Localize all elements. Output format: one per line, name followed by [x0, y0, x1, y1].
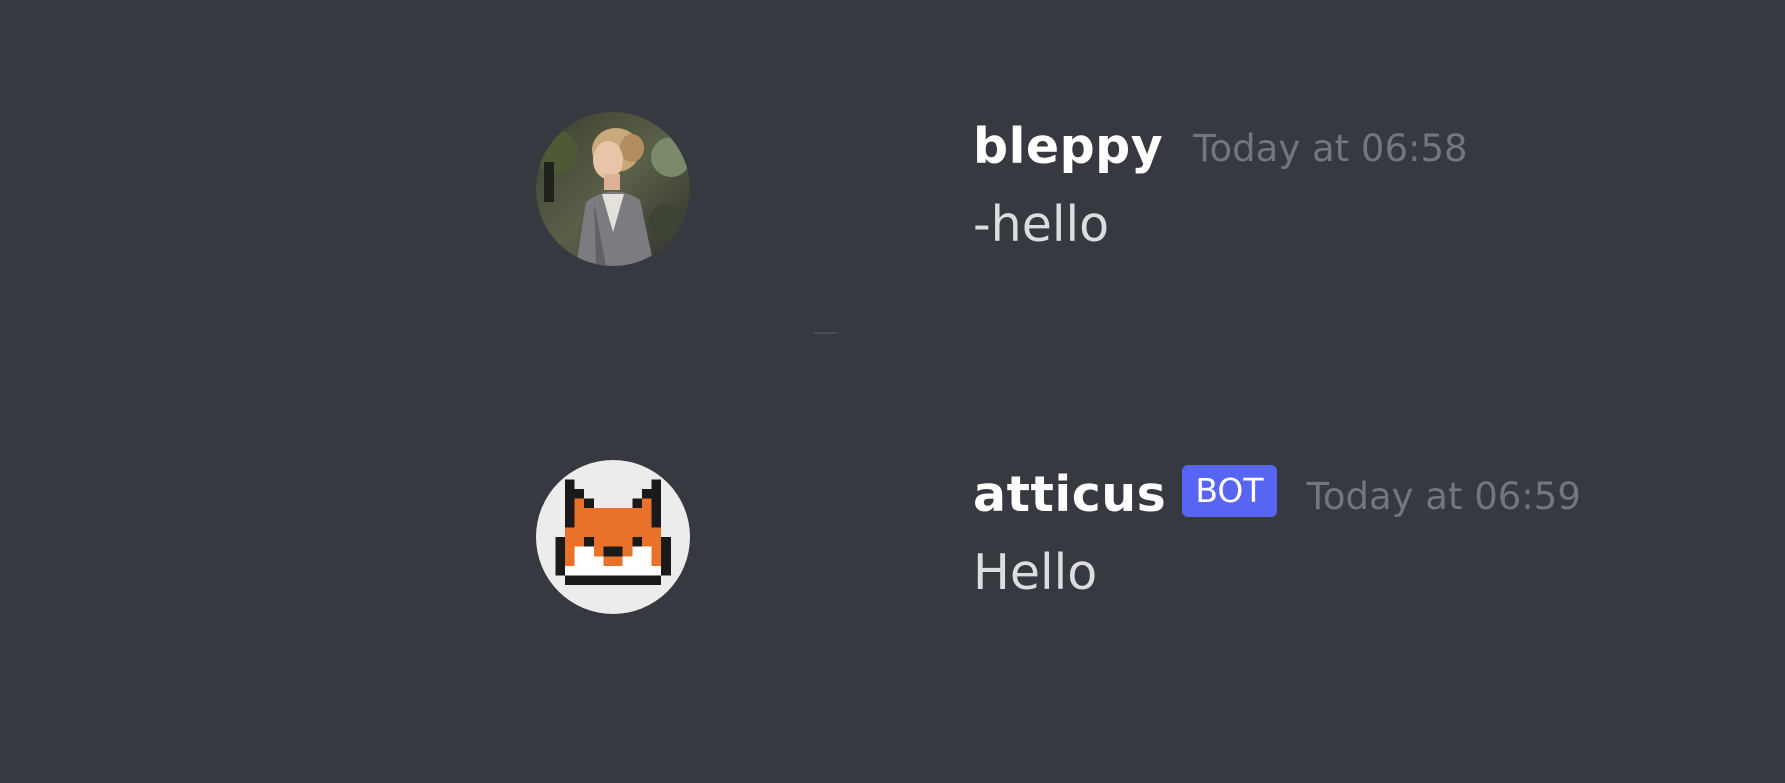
message-header: atticus BOT Today at 06:59 — [973, 460, 1581, 530]
message-text: Hello — [973, 544, 1098, 601]
bot-avatar[interactable] — [536, 460, 690, 614]
chat-messages-area: bleppy Today at 06:58 -hello atticus BOT… — [0, 0, 1785, 783]
user-avatar[interactable] — [536, 112, 690, 266]
divider — [813, 332, 837, 334]
username[interactable]: atticus — [973, 460, 1166, 530]
message-content: atticus BOT Today at 06:59 Hello — [973, 460, 1581, 608]
user-photo-avatar-icon — [536, 112, 690, 266]
bot-badge: BOT — [1182, 465, 1277, 517]
message-item: atticus BOT Today at 06:59 Hello — [536, 460, 1581, 614]
username[interactable]: bleppy — [973, 112, 1163, 182]
timestamp[interactable]: Today at 06:59 — [1307, 462, 1581, 532]
fox-pixel-avatar-icon — [536, 460, 690, 614]
timestamp[interactable]: Today at 06:58 — [1193, 114, 1467, 184]
message-item: bleppy Today at 06:58 -hello — [536, 112, 1468, 266]
message-header: bleppy Today at 06:58 — [973, 112, 1468, 182]
message-text: -hello — [973, 196, 1110, 253]
message-content: bleppy Today at 06:58 -hello — [973, 112, 1468, 260]
